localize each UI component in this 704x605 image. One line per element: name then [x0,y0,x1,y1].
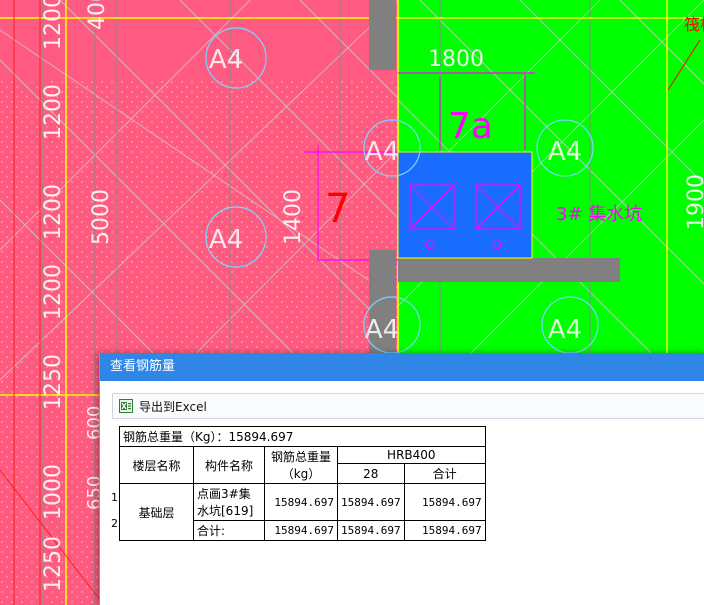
axis-label-a4: A4 [365,315,399,345]
view-rebar-quantity-dialog[interactable]: 查看钢筋量 导出到Excel 1 2 钢筋总重量（Kg）：15894.697 楼… [99,353,704,605]
export-excel-button[interactable]: 导出到Excel [119,397,207,415]
dim-text: 1000 [41,464,66,520]
dim-text: 1200 [41,264,66,320]
axis-label-a4: A4 [548,137,582,167]
cell-d28: 15894.697 [337,483,405,521]
dim-text: 1400 [281,189,306,245]
room-label-7: 7 [325,186,350,232]
cell-sum: 15894.697 [403,520,486,541]
sump-pit[interactable] [397,151,533,259]
wall-horizontal [398,258,620,282]
cell-total: 15894.697 [264,483,338,521]
axis-label-a4: A4 [365,137,399,167]
header-component: 构件名称 [193,446,265,484]
export-excel-label: 导出到Excel [139,399,207,414]
corner-label: 筏板 [684,15,704,34]
row-number: 2 [111,517,118,530]
axis-label-a4: A4 [548,315,582,345]
dim-text: 1250 [41,354,66,410]
dim-text: 1200 [41,84,66,140]
dim-text: 1900 [684,174,704,230]
cell-d28: 15894.697 [337,520,405,541]
dim-text: 1800 [428,47,484,72]
axis-label-a4: A4 [209,225,243,255]
header-floor: 楼层名称 [119,446,194,484]
cell-component: 合计: [193,520,265,541]
dim-text: 1200 [41,184,66,240]
header-subtotal: 合计 [403,463,486,484]
header-grade: HRB400 [337,446,486,464]
room-label-7a: 7a [448,106,493,147]
rebar-table: 钢筋总重量（Kg）：15894.697 楼层名称 构件名称 钢筋总重量（kg） … [119,426,486,541]
dialog-toolbar: 导出到Excel [112,393,704,419]
dim-text: 400 [85,0,110,30]
wall-top [369,0,396,70]
header-total-weight: 钢筋总重量（kg） [264,446,338,484]
cell-sum: 15894.697 [403,483,486,521]
row-number: 1 [111,491,118,504]
cell-floor: 基础层 [119,483,194,541]
pit-label: 3# 集水坑 [556,204,642,225]
axis-label-a4: A4 [209,45,243,75]
dim-text: 5000 [89,189,114,245]
dim-text: 1250 [41,536,66,592]
dim-text: 1200 [41,0,66,50]
total-weight-summary: 钢筋总重量（Kg）：15894.697 [119,426,486,447]
excel-icon [119,399,133,413]
cell-component: 点画3#集水坑[619] [193,483,265,521]
cell-total: 15894.697 [264,520,338,541]
header-diameter: 28 [337,463,405,484]
dialog-title[interactable]: 查看钢筋量 [100,353,704,381]
table-row[interactable]: 基础层 点画3#集水坑[619] 15894.697 15894.697 158… [119,483,486,541]
